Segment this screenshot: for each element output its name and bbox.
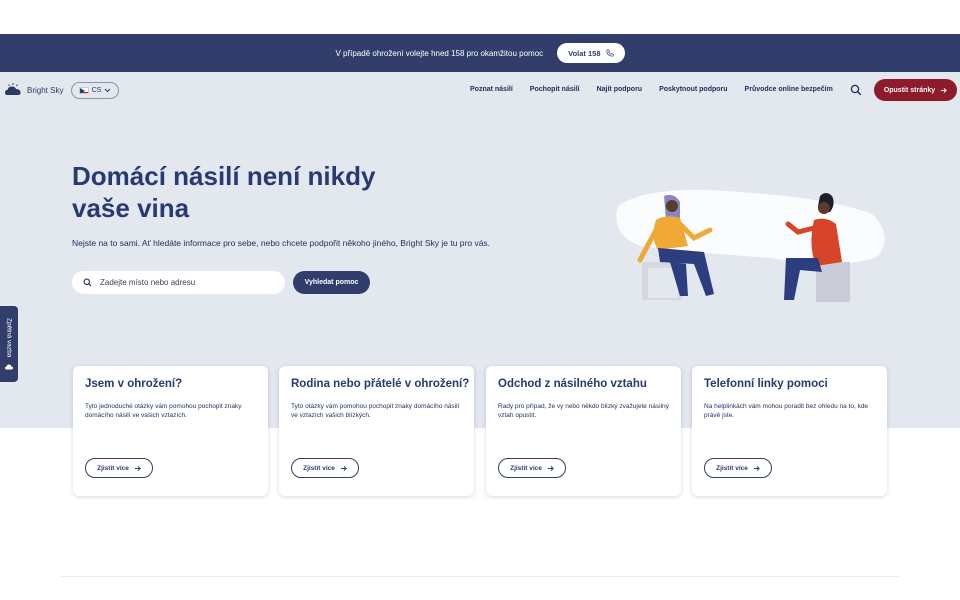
arrow-right-icon — [340, 465, 347, 471]
card-text: Tyto jednoduché otázky vám pomohou pocho… — [85, 403, 242, 419]
hero-subtitle: Nejste na to sami. Ať hledáte informace … — [72, 238, 491, 248]
call-158-button[interactable]: Volat 158 — [557, 43, 625, 63]
card-family-at-risk: Rodina nebo přátelé v ohrožení? Tyto otá… — [279, 366, 474, 496]
arrow-right-icon — [547, 465, 554, 471]
learn-more-button[interactable]: Zjistit více — [85, 458, 153, 478]
nav-link-recognize[interactable]: Poznat násilí — [470, 86, 513, 93]
learn-more-label: Zjistit více — [303, 464, 335, 472]
main-nav: Bright Sky CS Poznat násilí Pochopit nás… — [0, 78, 960, 104]
emergency-banner-text: V případě ohrožení volejte hned 158 pro … — [335, 48, 544, 58]
nav-link-online-safety[interactable]: Průvodce online bezpečím — [745, 86, 833, 93]
phone-icon — [605, 49, 614, 57]
top-spacer — [0, 0, 960, 34]
learn-more-label: Zjistit více — [510, 464, 542, 472]
card-am-i-at-risk: Jsem v ohrožení? Tyto jednoduché otázky … — [73, 366, 268, 496]
card-helplines: Telefonní linky pomoci Na helplinkách vá… — [692, 366, 887, 496]
nav-link-give-support[interactable]: Poskytnout podporu — [659, 86, 727, 93]
learn-more-button[interactable]: Zjistit více — [498, 458, 566, 478]
card-text: Na helplinkách vám mohou poradit bez ohl… — [704, 403, 869, 419]
learn-more-button[interactable]: Zjistit více — [704, 458, 772, 478]
feedback-label: Zpětná vazba — [5, 318, 13, 358]
card-title: Jsem v ohrožení? — [85, 378, 183, 390]
card-title: Odchod z násilného vztahu — [498, 378, 647, 390]
learn-more-label: Zjistit více — [97, 464, 129, 472]
nav-link-find-support[interactable]: Najít podporu — [597, 86, 643, 93]
learn-more-label: Zjistit více — [716, 464, 748, 472]
card-text: Tyto otázky vám pomohou pochopit znaky d… — [291, 403, 460, 419]
language-code: CS — [91, 87, 102, 94]
learn-more-button[interactable]: Zjistit více — [291, 458, 359, 478]
location-search — [72, 271, 285, 294]
emergency-banner: V případě ohrožení volejte hned 158 pro … — [0, 34, 960, 72]
card-text: Rady pro případ, že vy nebo někdo blízký… — [498, 403, 669, 419]
arrow-right-icon — [753, 465, 760, 471]
location-search-input[interactable] — [100, 278, 270, 287]
chevron-down-icon — [105, 88, 111, 93]
call-button-label: Volat 158 — [568, 48, 601, 58]
exit-site-button[interactable]: Opustit stránky — [874, 79, 957, 101]
exit-button-label: Opustit stránky — [883, 86, 936, 94]
feedback-tab[interactable]: Zpětná vazba — [0, 306, 18, 382]
language-selector[interactable]: CS — [71, 82, 119, 99]
logo-text: Bright Sky — [27, 85, 64, 95]
nav-links: Poznat násilí Pochopit násilí Najít podp… — [470, 86, 850, 93]
bright-sky-logo[interactable]: Bright Sky — [4, 82, 63, 98]
arrow-right-icon — [941, 87, 947, 93]
card-leaving-relationship: Odchod z násilného vztahu Rady pro přípa… — [486, 366, 681, 496]
arrow-right-icon — [134, 465, 141, 471]
conversation-illustration — [616, 189, 885, 302]
cloud-icon — [5, 364, 13, 370]
cloud-logo-icon — [5, 83, 21, 95]
search-icon[interactable] — [850, 84, 862, 96]
find-help-button[interactable]: Vyhledat pomoc — [293, 271, 370, 294]
card-title: Telefonní linky pomoci — [704, 378, 828, 390]
page-title: Domácí násilí není nikdy vaše vina — [72, 161, 376, 223]
nav-link-understand[interactable]: Pochopit násilí — [530, 86, 580, 93]
czech-flag-icon — [78, 87, 89, 94]
card-title: Rodina nebo přátelé v ohrožení? — [291, 378, 470, 390]
search-icon — [83, 278, 92, 287]
divider — [60, 576, 900, 577]
